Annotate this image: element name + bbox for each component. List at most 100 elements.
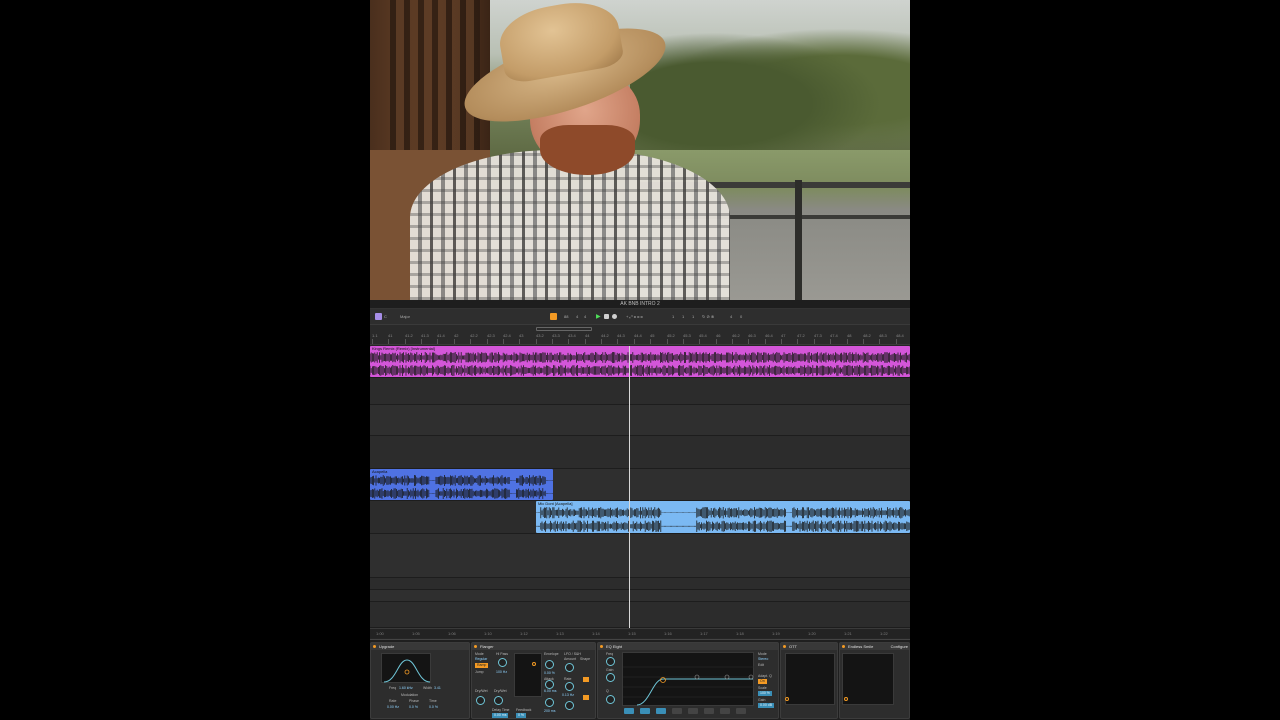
device-chain: Upgrade Freq 1.60 kHz Width 3.41 Modulat… xyxy=(370,639,910,720)
amount-knob[interactable] xyxy=(565,663,574,672)
hi-pass-knob[interactable] xyxy=(498,658,507,667)
device-power-icon[interactable] xyxy=(474,645,477,648)
eq-freq-knob[interactable] xyxy=(606,657,615,666)
eq-scale-value[interactable]: 100 % xyxy=(758,691,772,696)
eq-adapt-toggle[interactable]: On xyxy=(758,679,767,684)
sync-button[interactable] xyxy=(583,677,589,682)
freq-value[interactable]: 1.60 kHz xyxy=(399,686,413,690)
eq-gain-knob[interactable] xyxy=(606,673,615,682)
time-value[interactable]: 0.0 % xyxy=(429,705,438,709)
arrangement-beat-position[interactable]: 1 xyxy=(682,313,684,321)
eq-band-button[interactable] xyxy=(736,708,746,714)
endless-smile-handle[interactable] xyxy=(844,697,848,701)
ruler-tick-label: 48 xyxy=(847,333,852,338)
track-lane[interactable] xyxy=(370,578,910,590)
delay-time-value[interactable]: 0.00 ms xyxy=(492,713,509,718)
attack-value[interactable]: 6.00 ms xyxy=(544,689,556,693)
stop-icon[interactable] xyxy=(604,314,609,319)
device-endless-smile[interactable]: Endless Smile Configure xyxy=(839,642,910,719)
envelope-knob[interactable] xyxy=(545,660,554,669)
track-lane[interactable] xyxy=(370,405,910,436)
beat-ruler[interactable]: 1.1 41 41.2 41.3 41.4 42 42.2 42.3 42.4 43 43.2 43.… xyxy=(370,325,910,345)
eq-mode-value[interactable]: Stereo xyxy=(758,657,768,661)
tempo-field[interactable]: 88 xyxy=(564,313,568,321)
arrangement-view[interactable]: Kings Remix (Remix) [Instrumental] Acape… xyxy=(370,346,910,628)
device-power-icon[interactable] xyxy=(783,645,786,648)
ruler-tick-mark xyxy=(797,339,798,344)
key-selector[interactable]: C xyxy=(384,313,387,321)
signature-numerator[interactable]: 4 xyxy=(576,313,578,321)
device-power-icon[interactable] xyxy=(842,645,845,648)
phase-value[interactable]: 0.0 % xyxy=(409,705,418,709)
rate-value[interactable]: 0.00 Hz xyxy=(387,705,399,709)
eq-gain-out-value[interactable]: 0.00 dB xyxy=(758,703,775,708)
width-value[interactable]: 3.41 xyxy=(434,686,441,690)
eq-band-button[interactable] xyxy=(688,708,698,714)
dry-wet-knob[interactable] xyxy=(476,696,485,705)
ott-display[interactable] xyxy=(785,653,835,705)
signature-denominator[interactable]: 4 xyxy=(584,313,586,321)
device-power-icon[interactable] xyxy=(600,645,603,648)
automation-tools-icon[interactable]: + ⤢ ◻ ◻ ◻ xyxy=(626,313,643,321)
scale-mode-icon[interactable] xyxy=(375,313,382,320)
scale-selector[interactable]: Major xyxy=(400,313,410,321)
release-value[interactable]: 200 ms xyxy=(544,709,555,713)
release-knob[interactable] xyxy=(545,698,554,707)
eq-curve xyxy=(623,666,755,706)
flanger-display[interactable] xyxy=(514,653,542,697)
eq-band-button[interactable] xyxy=(640,708,650,714)
ramp-button[interactable]: Ramp xyxy=(475,663,489,668)
rate-knob[interactable] xyxy=(565,682,574,691)
track-lane[interactable] xyxy=(370,602,910,628)
endless-smile-display[interactable] xyxy=(842,653,894,705)
device-upgrade[interactable]: Upgrade Freq 1.60 kHz Width 3.41 Modulat… xyxy=(370,642,470,719)
eq-band-selectors[interactable] xyxy=(622,707,754,715)
arrangement-sixteenth-position[interactable]: 1 xyxy=(692,313,694,321)
track-lane[interactable] xyxy=(370,590,910,602)
eq-curve-display[interactable] xyxy=(622,652,755,706)
eq-band-button[interactable] xyxy=(704,708,714,714)
filter-curve-display[interactable] xyxy=(381,653,431,683)
track-lane[interactable] xyxy=(370,534,910,578)
track-lane[interactable] xyxy=(370,378,910,405)
record-icon[interactable] xyxy=(612,314,617,319)
spin-button[interactable] xyxy=(583,695,589,700)
track-lane[interactable] xyxy=(370,436,910,469)
device-flanger[interactable]: Flanger Mode Regular Ramp Jump Hi Pass 1… xyxy=(471,642,596,719)
device-eq-eight[interactable]: EQ Eight Freq Gain Q Mode Stereo Edit Ad… xyxy=(597,642,779,719)
device-power-icon[interactable] xyxy=(373,645,376,648)
play-icon[interactable]: ▶ xyxy=(596,313,601,321)
barn-slats xyxy=(390,0,480,150)
feedback-value[interactable]: 0 % xyxy=(516,713,527,718)
envelope-value[interactable]: 0.00 % xyxy=(544,671,555,675)
time-tick-label: 1:10 xyxy=(484,631,492,636)
flanger-xy-point[interactable] xyxy=(532,662,536,666)
audio-clip-acapella-2[interactable]: Mic Dont [Acapella] xyxy=(536,501,910,533)
arrangement-bar-position[interactable]: 1 xyxy=(672,313,674,321)
tap-tempo-button[interactable] xyxy=(550,313,557,320)
eq-band-button[interactable] xyxy=(656,708,666,714)
eq-q-knob[interactable] xyxy=(606,695,615,704)
loop-brace[interactable] xyxy=(536,327,592,331)
eq-band-button[interactable] xyxy=(624,708,634,714)
audio-clip-acapella-1[interactable]: Acapella xyxy=(370,469,553,500)
attack-knob[interactable] xyxy=(545,680,554,689)
hi-pass-value[interactable]: 100 Hz xyxy=(496,670,507,674)
loop-end-field[interactable]: 0 xyxy=(740,313,742,321)
eq-band-button[interactable] xyxy=(672,708,682,714)
configure-button[interactable]: Configure xyxy=(891,643,908,650)
time-ruler[interactable]: 1:00 1:05 1:06 1:10 1:12 1:13 1:14 1:15 1:16 1:17… xyxy=(370,628,910,638)
loop-start-field[interactable]: 4 xyxy=(730,313,732,321)
eq-band-button[interactable] xyxy=(720,708,730,714)
loop-tools-icon[interactable]: ↻ ⊘ ⊗ xyxy=(702,313,714,321)
playhead[interactable] xyxy=(629,346,630,628)
audio-clip-instrumental[interactable]: Kings Remix (Remix) [Instrumental] xyxy=(370,346,910,377)
ruler-tick-label: 1.1 xyxy=(372,333,378,338)
rate-value[interactable]: 0.13 Hz xyxy=(562,693,574,697)
device-ott[interactable]: OTT xyxy=(780,642,838,719)
phase-knob[interactable] xyxy=(565,701,574,710)
dry-wet-knob-2[interactable] xyxy=(494,696,503,705)
mode-value[interactable]: Regular xyxy=(475,657,487,661)
time-tick-label: 1:13 xyxy=(556,631,564,636)
ott-handle[interactable] xyxy=(785,697,789,701)
